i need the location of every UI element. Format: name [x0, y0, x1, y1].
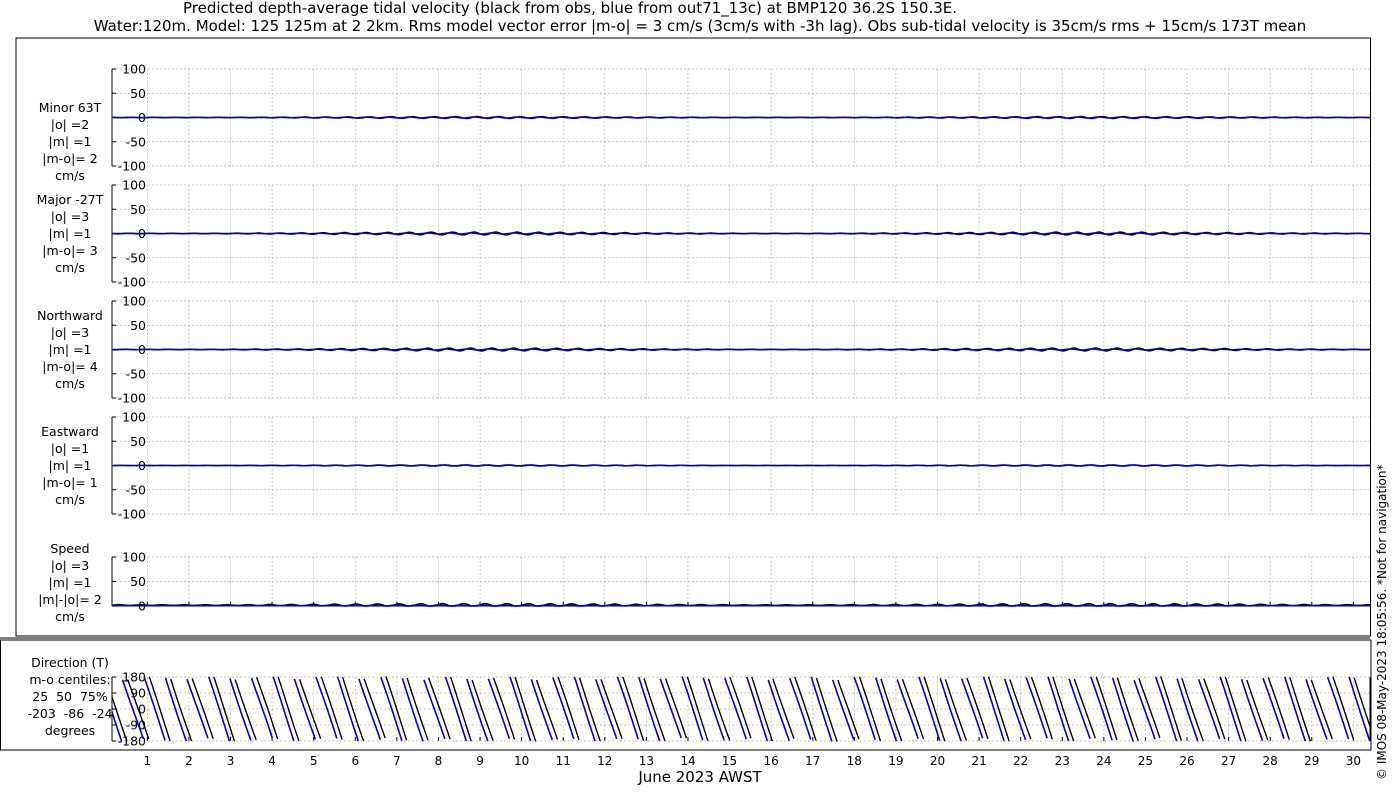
- panel-label-line: cm/s: [55, 168, 85, 183]
- panel-speed: 100500: [111, 550, 1370, 614]
- series-major-model: [112, 232, 1370, 235]
- panel-label-line: |o| =3: [50, 325, 90, 340]
- xtick-label-13: 13: [639, 754, 654, 768]
- panel-direction: 180900-90-180: [111, 670, 1371, 749]
- panel-label-minor: Minor 63T |o| =2 |m| =1 |m-o|= 2 cm/s: [0, 99, 140, 184]
- panel-label-line: Minor 63T: [38, 100, 102, 115]
- xtick-label-1: 1: [144, 754, 152, 768]
- xtick-label-20: 20: [930, 754, 945, 768]
- xtick-label-2: 2: [185, 754, 193, 768]
- xtick-label-9: 9: [476, 754, 484, 768]
- ytick-label-major--100: -100: [118, 275, 146, 290]
- panel-label-line: cm/s: [55, 376, 85, 391]
- panel-label-line: |m| =1: [48, 226, 92, 241]
- xtick-label-28: 28: [1263, 754, 1278, 768]
- panel-label-line: Major -27T: [36, 192, 104, 207]
- panel-label-line: |o| =3: [50, 209, 90, 224]
- xtick-label-10: 10: [514, 754, 529, 768]
- xtick-label-6: 6: [351, 754, 359, 768]
- xtick-label-8: 8: [435, 754, 443, 768]
- panel-label-line: |m-o|= 4: [42, 359, 98, 374]
- panel-label-line: |m| =1: [48, 575, 92, 590]
- x-axis-label: June 2023 AWST: [638, 768, 762, 786]
- xtick-label-7: 7: [393, 754, 401, 768]
- panel-label-line: 25 50 75%: [32, 689, 108, 704]
- series-minor-model: [111, 116, 1370, 119]
- panel-label-direction: Direction (T) m-o centiles: 25 50 75% -203 …: [0, 654, 140, 739]
- xtick-label-3: 3: [227, 754, 235, 768]
- xtick-label-25: 25: [1138, 754, 1153, 768]
- xtick-label-30: 30: [1346, 754, 1361, 768]
- ytick-label-minor-100: 100: [122, 62, 146, 77]
- panel-label-speed: Speed |o| =3 |m| =1 |m|-|o|= 2 cm/s: [0, 540, 140, 625]
- panel-label-line: |m-o|= 1: [42, 475, 98, 490]
- xtick-label-5: 5: [310, 754, 318, 768]
- series-speed-model: [111, 604, 1370, 607]
- panel-label-line: Direction (T): [31, 655, 109, 670]
- xtick-label-22: 22: [1013, 754, 1028, 768]
- panel-label-line: Northward: [37, 308, 103, 323]
- panel-label-major: Major -27T |o| =3 |m| =1 |m-o|= 3 cm/s: [0, 191, 140, 276]
- xtick-label-17: 17: [805, 754, 820, 768]
- xtick-label-12: 12: [597, 754, 612, 768]
- panel-label-line: m-o centiles:: [29, 672, 111, 687]
- xtick-label-29: 29: [1304, 754, 1319, 768]
- panel-minor: 100500-50-100: [111, 62, 1370, 174]
- xtick-label-19: 19: [888, 754, 903, 768]
- panel-label-line: cm/s: [55, 260, 85, 275]
- panel-label-line: |m| =1: [48, 134, 92, 149]
- panel-label-line: Eastward: [41, 424, 99, 439]
- panel-label-line: -203 -86 -24: [27, 706, 113, 721]
- panel-major: 100500-50-100: [111, 178, 1370, 290]
- xtick-label-27: 27: [1221, 754, 1236, 768]
- xtick-label-16: 16: [764, 754, 779, 768]
- series-eastward-model: [112, 464, 1370, 467]
- panel-label-line: |m| =1: [48, 458, 92, 473]
- xtick-label-11: 11: [556, 754, 571, 768]
- panel-label-line: |o| =1: [50, 441, 90, 456]
- panel-label-line: cm/s: [55, 609, 85, 624]
- panel-northward: 100500-50-100: [111, 294, 1371, 406]
- series-northward-model: [112, 348, 1370, 351]
- xtick-label-18: 18: [847, 754, 862, 768]
- xtick-label-14: 14: [680, 754, 695, 768]
- xtick-label-23: 23: [1055, 754, 1070, 768]
- panel-label-line: Speed: [50, 541, 90, 556]
- panel-label-line: |m-o|= 2: [42, 151, 98, 166]
- panel-label-line: |o| =3: [50, 558, 90, 573]
- panel-label-eastward: Eastward |o| =1 |m| =1 |m-o|= 1 cm/s: [0, 423, 140, 508]
- panel-label-line: degrees: [44, 723, 96, 738]
- xtick-label-21: 21: [971, 754, 986, 768]
- panel-label-line: |o| =2: [50, 117, 90, 132]
- panel-label-line: cm/s: [55, 492, 85, 507]
- panel-eastward: 100500-50-100: [111, 410, 1370, 522]
- panel-label-line: |m| =1: [48, 342, 92, 357]
- xtick-label-15: 15: [722, 754, 737, 768]
- ytick-label-northward--100: -100: [118, 391, 146, 406]
- panel-label-line: |m-o|= 3: [42, 243, 98, 258]
- panel-label-northward: Northward |o| =3 |m| =1 |m-o|= 4 cm/s: [0, 307, 140, 392]
- panel-label-line: |m|-|o|= 2: [38, 592, 102, 607]
- xtick-label-4: 4: [268, 754, 276, 768]
- upper-frame: [15, 37, 1371, 637]
- xtick-label-24: 24: [1096, 754, 1111, 768]
- chart-area: 100500-50-100100500-50-100100500-50-1001…: [0, 37, 1372, 768]
- copyright-notice: © IMOS 08-May-2023 18:05:56. *Not for na…: [1375, 464, 1389, 781]
- xtick-label-26: 26: [1179, 754, 1194, 768]
- ytick-label-eastward--100: -100: [118, 507, 146, 522]
